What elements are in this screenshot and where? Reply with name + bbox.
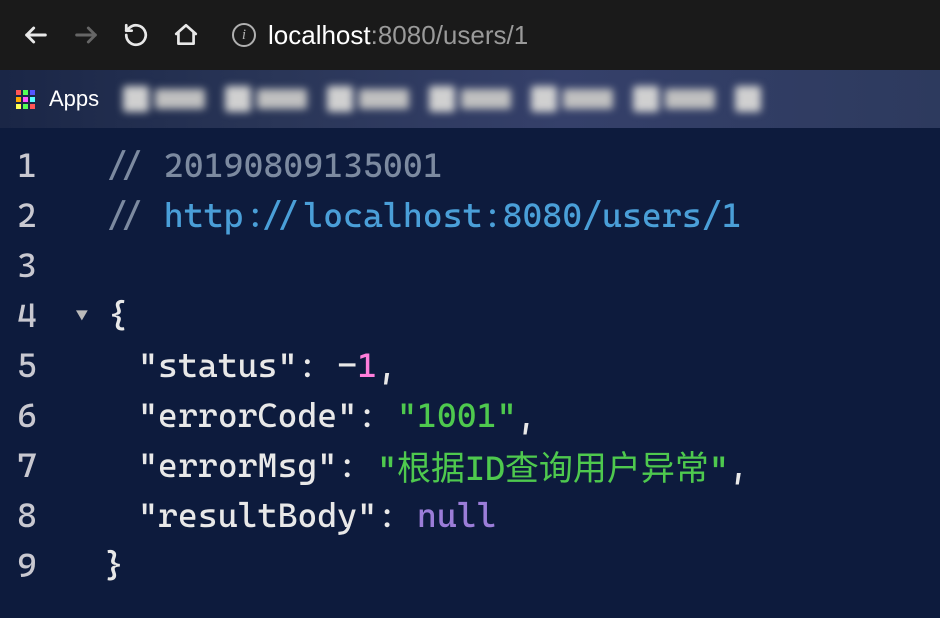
brace-close: } [104, 545, 124, 585]
forward-button[interactable] [70, 19, 102, 51]
browser-toolbar: i localhost:8080/users/1 [0, 0, 940, 70]
url-bar[interactable]: i localhost:8080/users/1 [232, 20, 920, 51]
line-number: 4 [0, 290, 54, 340]
comment-prefix: // [104, 195, 164, 235]
comment: // 20190809135001 [104, 145, 443, 185]
json-key: "errorCode" [138, 395, 357, 435]
line-number: 3 [0, 240, 54, 290]
bookmark-item[interactable] [633, 86, 715, 112]
code-line: ▼{ [70, 290, 940, 340]
home-button[interactable] [170, 19, 202, 51]
comment-url: http://localhost:8080/users/1 [164, 195, 742, 235]
bookmark-items [123, 86, 761, 112]
brace-open: { [108, 295, 128, 335]
json-key: "errorMsg" [138, 445, 337, 485]
json-string: "1001" [397, 395, 517, 435]
json-null: null [417, 495, 497, 535]
line-number: 1 [0, 140, 54, 190]
line-number: 5 [0, 340, 54, 390]
code-line: } [70, 540, 940, 590]
json-number: 1 [357, 345, 377, 385]
line-number: 7 [0, 440, 54, 490]
code-line [70, 240, 940, 290]
url-path: :8080/users/1 [371, 20, 529, 50]
apps-icon[interactable] [16, 90, 35, 109]
json-key: "status" [138, 345, 297, 385]
code-line: // 20190809135001 [70, 140, 940, 190]
line-number: 6 [0, 390, 54, 440]
url-host: localhost [268, 20, 371, 50]
json-viewer: 1 2 3 4 5 6 7 8 9 // 20190809135001 // h… [0, 128, 940, 618]
bookmark-item[interactable] [735, 86, 761, 112]
back-button[interactable] [20, 19, 52, 51]
bookmark-item[interactable] [327, 86, 409, 112]
code-line: "status": -1, [70, 340, 940, 390]
code-area: // 20190809135001 // http://localhost:80… [54, 128, 940, 618]
bookmark-item[interactable] [225, 86, 307, 112]
bookmarks-bar: Apps [0, 70, 940, 128]
bookmark-item[interactable] [123, 86, 205, 112]
json-key: "resultBody" [138, 495, 377, 535]
bookmark-item[interactable] [531, 86, 613, 112]
code-line: "errorMsg": "根据ID查询用户异常", [70, 440, 940, 490]
bookmark-item[interactable] [429, 86, 511, 112]
line-number: 9 [0, 540, 54, 590]
line-number: 8 [0, 490, 54, 540]
line-number-gutter: 1 2 3 4 5 6 7 8 9 [0, 128, 54, 618]
apps-label[interactable]: Apps [49, 86, 99, 112]
code-line: "resultBody": null [70, 490, 940, 540]
code-line: // http://localhost:8080/users/1 [70, 190, 940, 240]
url-text: localhost:8080/users/1 [268, 20, 528, 51]
code-line: "errorCode": "1001", [70, 390, 940, 440]
reload-button[interactable] [120, 19, 152, 51]
line-number: 2 [0, 190, 54, 240]
site-info-icon[interactable]: i [232, 23, 256, 47]
json-string: "根据ID查询用户异常" [377, 441, 729, 490]
